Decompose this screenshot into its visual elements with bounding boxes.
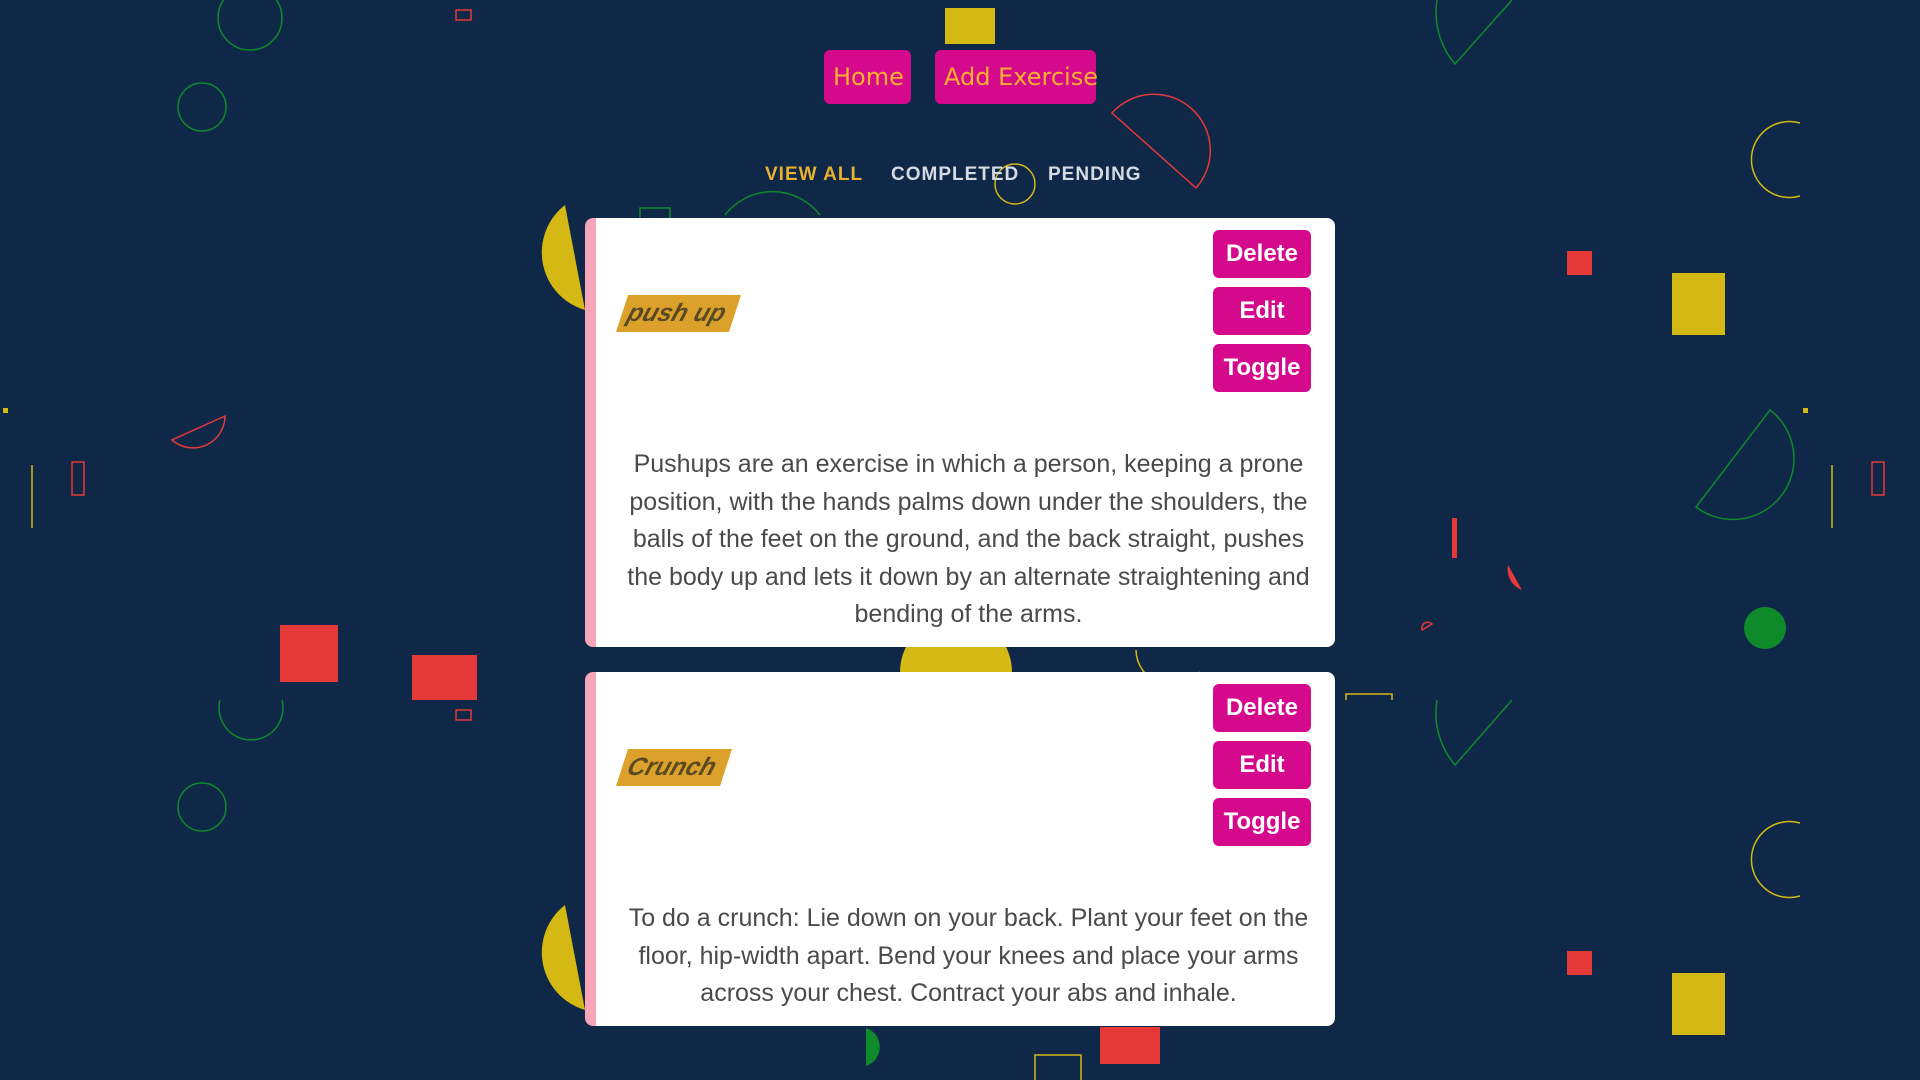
toggle-button[interactable]: Toggle [1213, 344, 1311, 392]
filter-completed[interactable]: COMPLETED [891, 164, 1019, 186]
yellow-square-shape [1672, 973, 1725, 1035]
green-ring-shape [177, 782, 227, 832]
top-nav: Home Add Exercise [0, 50, 1920, 106]
green-half-circle-shape [1694, 408, 1795, 521]
delete-button[interactable]: Delete [1213, 684, 1311, 732]
yellow-dot-shape [3, 408, 8, 413]
add-exercise-button[interactable]: Add Exercise [935, 50, 1098, 104]
green-arc-shape [724, 190, 821, 216]
red-square-shape [280, 625, 338, 682]
red-square-shape [1567, 251, 1592, 275]
exercise-title-tag: Crunch [616, 749, 732, 786]
red-rect-shape [412, 655, 477, 700]
edit-button[interactable]: Edit [1213, 741, 1311, 789]
exercise-actions: Delete Edit Toggle [1213, 684, 1311, 855]
yellow-dot-shape [1803, 408, 1808, 413]
edit-button[interactable]: Edit [1213, 287, 1311, 335]
green-arc-shape [218, 699, 284, 741]
red-quarter-circle-shape [1507, 565, 1522, 590]
filter-view-all[interactable]: VIEW ALL [765, 164, 863, 186]
yellow-square-shape [1672, 273, 1725, 335]
red-half-circle-shape [170, 414, 226, 449]
red-outline-rect-shape [455, 9, 472, 21]
yellow-half-circle-shape [541, 905, 585, 1010]
exercise-card: Crunch Delete Edit Toggle To do a crunch… [585, 672, 1335, 1026]
red-square-shape [1567, 951, 1592, 975]
filter-pending[interactable]: PENDING [1048, 164, 1142, 186]
red-outline-rect-shape [455, 709, 472, 721]
red-small-arc-shape [1420, 621, 1434, 632]
exercise-title: push up [623, 299, 730, 327]
green-ring-shape [217, 0, 283, 51]
green-dot-shape [1744, 607, 1786, 649]
exercise-card: push up Delete Edit Toggle Pushups are a… [585, 218, 1335, 647]
red-rect-shape [1100, 1027, 1160, 1064]
exercise-actions: Delete Edit Toggle [1213, 230, 1311, 401]
yellow-bracket-shape [1345, 693, 1393, 700]
delete-button[interactable]: Delete [1213, 230, 1311, 278]
green-arc-shape [1435, 699, 1513, 767]
green-half-circle-shape [866, 1028, 880, 1066]
home-button[interactable]: Home [824, 50, 911, 104]
yellow-square-shape [945, 8, 995, 44]
red-outline-rect-shape [71, 461, 85, 496]
toggle-button[interactable]: Toggle [1213, 798, 1311, 846]
red-outline-rect-shape [1871, 461, 1885, 496]
exercise-title-tag: push up [616, 295, 742, 332]
exercise-description: Pushups are an exercise in which a perso… [627, 450, 1310, 628]
yellow-outline-rect-shape [1034, 1054, 1082, 1080]
yellow-arc-shape [1750, 820, 1801, 899]
filter-tabs: VIEW ALL COMPLETED PENDING [0, 164, 1920, 190]
red-line-shape [1452, 518, 1457, 558]
yellow-half-circle-shape [541, 205, 585, 310]
exercise-title: Crunch [623, 753, 721, 781]
exercise-description: To do a crunch: Lie down on your back. P… [628, 904, 1309, 1007]
